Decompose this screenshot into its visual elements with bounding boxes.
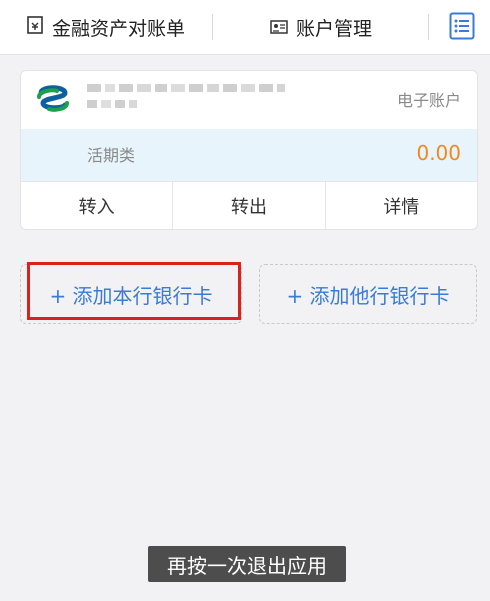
statement-icon (26, 15, 44, 40)
tab-account-management-label: 账户管理 (296, 18, 373, 40)
id-card-icon (270, 17, 288, 39)
account-sub-row: 活期类 0.00 (21, 129, 477, 181)
transfer-in-button[interactable]: 转入 (21, 182, 174, 229)
account-card: 电子账户 活期类 0.00 转入 转出 详情 (20, 70, 478, 230)
exit-toast: 再按一次退出应用 (148, 546, 346, 582)
divider (428, 14, 429, 40)
add-other-bank-card-button[interactable]: + 添加他行银行卡 (259, 264, 477, 324)
account-number-masked (87, 80, 287, 116)
account-category: 活期类 (87, 146, 136, 165)
list-icon (449, 12, 475, 40)
account-actions: 转入 转出 详情 (21, 181, 477, 229)
tab-account-management[interactable]: 账户管理 (270, 14, 372, 41)
divider (212, 14, 213, 40)
details-button[interactable]: 详情 (326, 182, 477, 229)
account-balance: 0.00 (416, 141, 461, 165)
account-type: 电子账户 (396, 91, 461, 110)
add-own-bank-card-button[interactable]: + 添加本行银行卡 (20, 264, 242, 324)
transfer-out-button[interactable]: 转出 (173, 182, 326, 229)
list-menu-button[interactable] (449, 12, 475, 40)
top-bar: 金融资产对账单 账户管理 (0, 0, 490, 55)
bank-logo (33, 83, 73, 121)
tab-financial-statement-label: 金融资产对账单 (52, 18, 186, 40)
tab-financial-statement[interactable]: 金融资产对账单 (26, 14, 185, 41)
